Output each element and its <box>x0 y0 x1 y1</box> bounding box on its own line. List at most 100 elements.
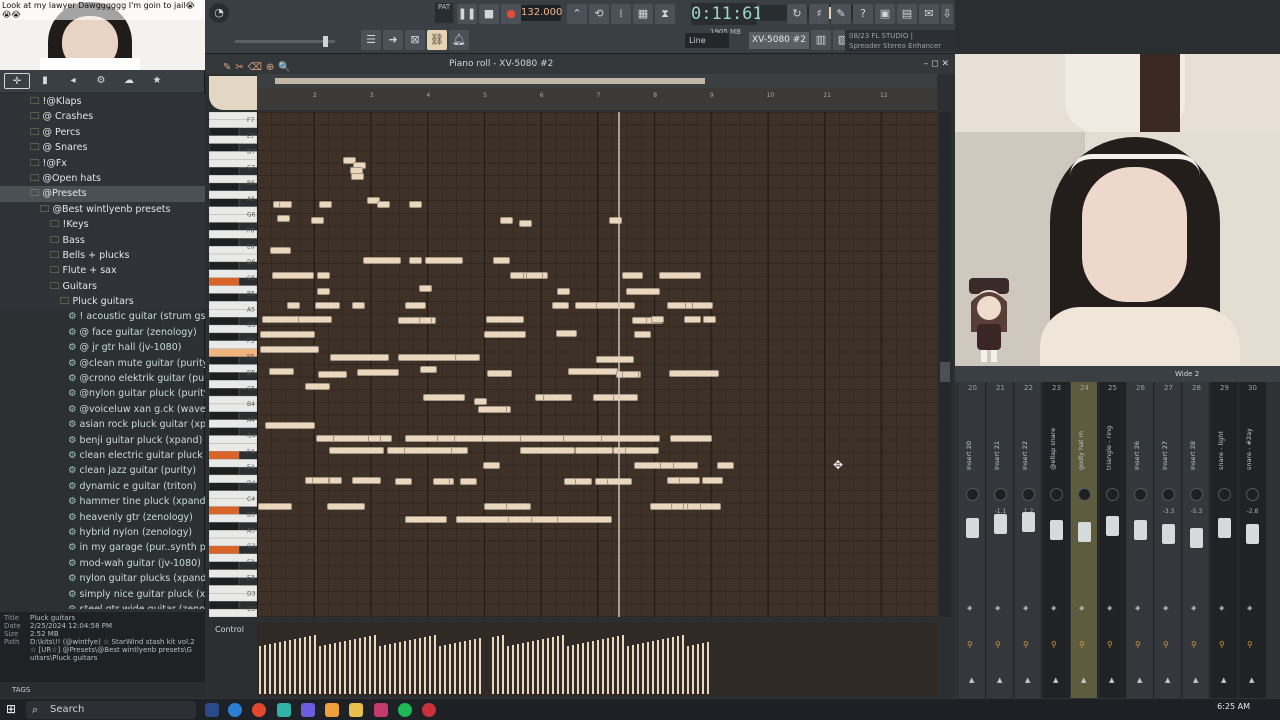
piano-key[interactable] <box>209 482 240 491</box>
piano-roll-icon[interactable]: ▥ <box>811 30 831 50</box>
volume-fader[interactable] <box>966 518 979 538</box>
chrome-icon[interactable] <box>252 703 266 717</box>
piano-key[interactable] <box>209 332 240 341</box>
midi-note[interactable] <box>670 435 712 442</box>
piano-key[interactable] <box>209 182 240 192</box>
midi-note[interactable] <box>258 503 292 510</box>
pan-knob[interactable] <box>1050 488 1063 501</box>
speaker-tab-icon[interactable]: ◂ <box>60 73 86 89</box>
route-arrow-icon[interactable]: ▲ <box>1053 676 1058 684</box>
midi-note[interactable] <box>563 435 605 442</box>
velocity-bar[interactable] <box>557 636 559 694</box>
velocity-bar[interactable] <box>324 645 326 694</box>
bell-icon[interactable]: 🔔︎ <box>449 30 469 50</box>
velocity-bar[interactable] <box>542 639 544 694</box>
velocity-bar[interactable] <box>479 638 481 694</box>
velocity-bar[interactable] <box>334 643 336 694</box>
chat-icon[interactable]: ✉ <box>919 4 939 24</box>
folder-item[interactable]: 🗀︎ @ Snares <box>0 140 205 156</box>
piano-key[interactable] <box>209 577 240 586</box>
midi-note[interactable] <box>702 477 723 484</box>
render-icon[interactable]: ▤ <box>897 4 917 24</box>
piano-key[interactable] <box>209 167 240 176</box>
velocity-bar[interactable] <box>409 640 411 694</box>
midi-note[interactable] <box>318 371 348 378</box>
midi-note[interactable] <box>679 477 700 484</box>
preset-item[interactable]: ⚙ in my garage (pur..synth platinum) <box>0 540 205 555</box>
velocity-bar[interactable] <box>582 643 584 694</box>
piano-key[interactable] <box>209 506 240 515</box>
piano-key[interactable] <box>209 601 240 610</box>
velocity-bar[interactable] <box>667 638 669 694</box>
pan-knob[interactable] <box>1022 488 1035 501</box>
velocity-bar[interactable] <box>259 646 261 694</box>
velocity-bar[interactable] <box>497 636 499 694</box>
folder-item[interactable]: 🗀︎ @Best wintlyenb presets <box>0 201 205 218</box>
piano-key[interactable] <box>209 356 240 365</box>
windows-start-icon[interactable]: ⊞ <box>6 702 20 716</box>
midi-note[interactable] <box>405 516 447 523</box>
midi-note[interactable] <box>478 406 508 413</box>
piano-key[interactable] <box>209 411 240 420</box>
piano-key[interactable] <box>209 545 240 555</box>
route-arrow-icon[interactable]: ▲ <box>1081 676 1086 684</box>
midi-note[interactable] <box>315 302 341 309</box>
midi-note[interactable] <box>305 383 331 390</box>
midi-note[interactable] <box>269 368 295 375</box>
app-icon-teal[interactable] <box>277 703 291 717</box>
metronome-icon[interactable]: ⌃ <box>567 4 587 24</box>
midi-note[interactable] <box>493 257 510 264</box>
velocity-bar[interactable] <box>444 645 446 694</box>
midi-note[interactable] <box>543 394 573 401</box>
midi-note[interactable] <box>625 447 659 454</box>
midi-note[interactable] <box>262 316 300 323</box>
midi-note[interactable] <box>352 477 382 484</box>
velocity-lane[interactable] <box>257 622 937 696</box>
playlist-icon[interactable]: ☰ <box>361 30 381 50</box>
midi-note[interactable] <box>596 356 634 363</box>
send-lamp-icon[interactable]: ⚲ <box>1051 640 1057 649</box>
mixer-strip[interactable]: 23 @ellap snare ◈ ⚲ ▲ <box>1043 382 1070 698</box>
mixer-icon[interactable]: ♯ <box>809 4 829 24</box>
midi-note[interactable] <box>329 447 384 454</box>
plugin-tab-icon[interactable]: ⚙ <box>88 73 114 89</box>
velocity-bar[interactable] <box>687 646 689 694</box>
route-arrow-icon[interactable]: ▲ <box>1165 676 1170 684</box>
midi-note[interactable] <box>568 368 619 375</box>
route-icon[interactable]: ◈ <box>1219 604 1224 612</box>
folder-item[interactable]: 🗀︎ @ Crashes <box>0 109 205 125</box>
preset-item[interactable]: ⚙ @clean mute guitar (purity) <box>0 356 205 371</box>
velocity-bar[interactable] <box>394 643 396 694</box>
note-grid[interactable] <box>257 112 937 617</box>
folder-item[interactable]: 🗀︎ @ Percs <box>0 124 205 141</box>
velocity-bar[interactable] <box>454 643 456 694</box>
preset-item[interactable]: ⚙ clean electric guitar pluck (xpand) <box>0 448 205 463</box>
velocity-bar[interactable] <box>369 636 371 694</box>
midi-note[interactable] <box>520 447 575 454</box>
midi-note[interactable] <box>575 447 613 454</box>
master-volume-slider[interactable] <box>235 36 335 47</box>
velocity-bar[interactable] <box>577 644 579 694</box>
midi-note[interactable] <box>634 331 651 338</box>
send-lamp-icon[interactable]: ⚲ <box>1023 640 1029 649</box>
plugin-icon[interactable]: ⊠ <box>405 30 425 50</box>
route-arrow-icon[interactable]: ▲ <box>1249 676 1254 684</box>
velocity-bar[interactable] <box>299 638 301 694</box>
midi-note[interactable] <box>420 366 437 373</box>
velocity-bar[interactable] <box>304 637 306 694</box>
midi-note[interactable] <box>556 330 577 337</box>
preset-item[interactable]: ⚙ clean jazz guitar (purity) <box>0 463 205 478</box>
piano-key[interactable] <box>209 317 240 326</box>
velocity-bar[interactable] <box>682 635 684 694</box>
velocity-bar[interactable] <box>389 644 391 694</box>
midi-note[interactable] <box>265 422 316 429</box>
midi-note[interactable] <box>312 477 329 484</box>
midi-note[interactable] <box>487 370 513 377</box>
velocity-bar[interactable] <box>339 642 341 694</box>
velocity-bar[interactable] <box>672 637 674 694</box>
velocity-bar[interactable] <box>284 641 286 694</box>
send-lamp-icon[interactable]: ⚲ <box>1191 640 1197 649</box>
midi-note[interactable] <box>352 302 365 309</box>
velocity-bar[interactable] <box>354 639 356 694</box>
midi-note[interactable] <box>673 462 699 469</box>
